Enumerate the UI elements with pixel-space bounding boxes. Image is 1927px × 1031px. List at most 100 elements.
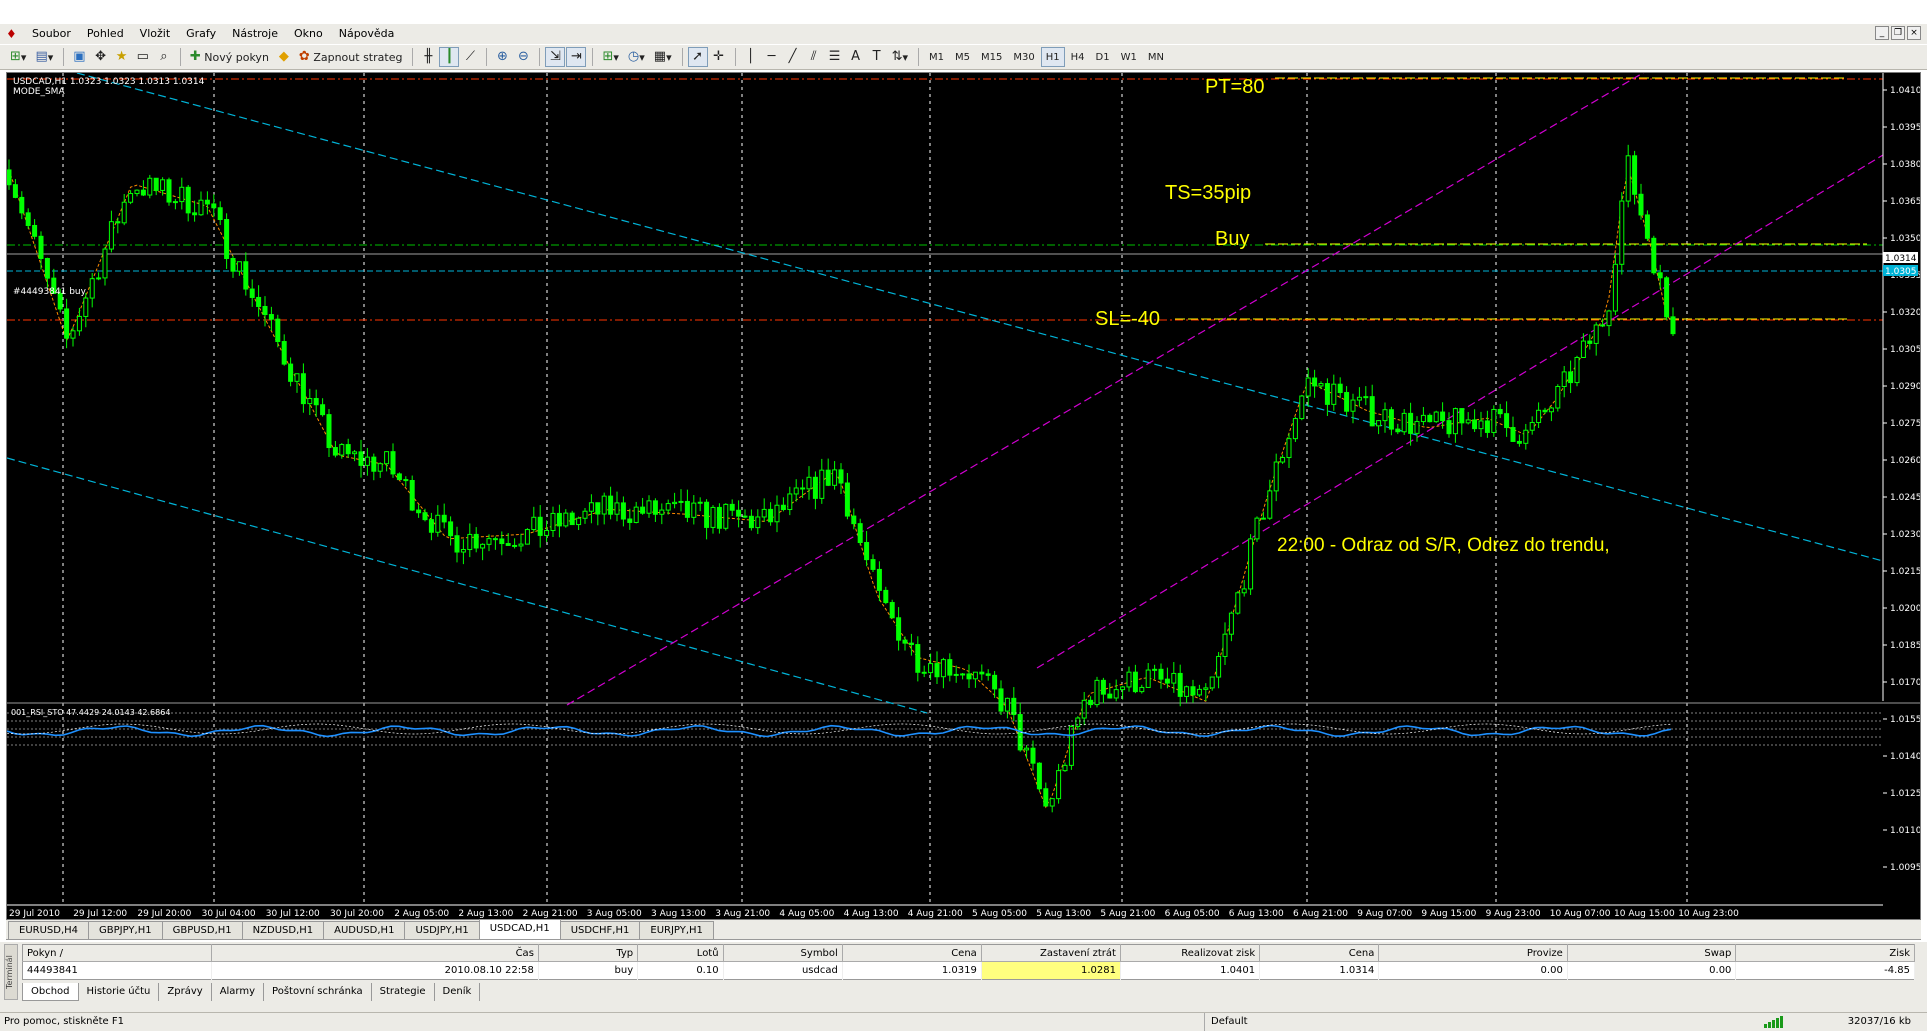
close-icon[interactable]: × bbox=[1907, 26, 1921, 40]
annotation-note[interactable]: 22:00 - Odraz od S/R, Odrez do trendu, bbox=[1277, 535, 1610, 556]
price-chart[interactable]: 1.04101.03951.03801.03651.03501.03351.03… bbox=[7, 73, 1920, 919]
candle-body bbox=[665, 503, 671, 511]
channel-button[interactable]: ⫽ bbox=[804, 47, 824, 67]
timeframe-m15[interactable]: M15 bbox=[976, 47, 1007, 67]
candle-body bbox=[326, 414, 332, 449]
data-window-button[interactable]: ✥ bbox=[91, 47, 111, 67]
column-header[interactable]: Provize bbox=[1378, 944, 1568, 962]
timeframe-h4[interactable]: H4 bbox=[1066, 47, 1090, 67]
column-header[interactable]: Symbol bbox=[723, 944, 843, 962]
candle-body bbox=[409, 480, 415, 511]
time-tick-label: 4 Aug 13:00 bbox=[844, 909, 899, 919]
zoom-in-button[interactable]: ⊕ bbox=[492, 47, 512, 67]
candle-body bbox=[172, 201, 178, 204]
menu-vlozit[interactable]: Vložit bbox=[132, 24, 178, 44]
crosshair-button[interactable]: ✛ bbox=[709, 47, 729, 67]
navigator-button[interactable]: ★ bbox=[112, 47, 132, 67]
column-header[interactable]: Zastavení ztrát bbox=[981, 944, 1121, 962]
vertical-line-button[interactable]: │ bbox=[741, 47, 761, 67]
symbol-tab[interactable]: NZDUSD,H1 bbox=[241, 921, 325, 939]
bar-chart-button[interactable]: ╫ bbox=[418, 47, 438, 67]
menu-napoveda[interactable]: Nápověda bbox=[331, 24, 403, 44]
symbol-tab[interactable]: EURUSD,H4 bbox=[8, 921, 90, 939]
timeframe-m5[interactable]: M5 bbox=[950, 47, 975, 67]
label-button[interactable]: T bbox=[867, 47, 887, 67]
column-header[interactable]: Lotů bbox=[637, 944, 724, 962]
terminal-tab[interactable]: Deník bbox=[435, 983, 481, 1001]
table-row[interactable]: 44493841 2010.08.10 22:58 buy 0.10 usdcad 1.0… bbox=[22, 961, 1915, 980]
candle-body bbox=[1574, 356, 1580, 384]
terminal-button[interactable]: ▭ bbox=[133, 47, 153, 67]
timeframe-h1[interactable]: H1 bbox=[1040, 47, 1065, 67]
terminal-tab[interactable]: Strategie bbox=[372, 983, 435, 1001]
column-header[interactable]: Swap bbox=[1567, 944, 1737, 962]
auto-scroll-button[interactable]: ⇲ bbox=[545, 47, 566, 67]
symbol-tab[interactable]: USDJPY,H1 bbox=[404, 921, 480, 939]
timeframe-mn[interactable]: MN bbox=[1143, 47, 1169, 67]
candle-body bbox=[358, 451, 364, 466]
annotation-pt[interactable]: PT=80 bbox=[1205, 76, 1264, 98]
cursor-button[interactable]: ➚ bbox=[687, 47, 708, 67]
chart-shift-button[interactable]: ⇥ bbox=[566, 47, 587, 67]
chart-window[interactable]: 1.04101.03951.03801.03651.03501.03351.03… bbox=[6, 72, 1921, 920]
market-watch-button[interactable]: ▣ bbox=[69, 47, 89, 67]
menu-pohled[interactable]: Pohled bbox=[79, 24, 132, 44]
indicators-button[interactable]: ⊞ ▾ bbox=[598, 47, 622, 67]
timeframe-m30[interactable]: M30 bbox=[1008, 47, 1039, 67]
profiles-button[interactable]: ▤ ▾ bbox=[31, 47, 57, 67]
column-header[interactable]: Cena bbox=[842, 944, 982, 962]
column-header[interactable]: Realizovat zisk bbox=[1120, 944, 1261, 962]
menu-okno[interactable]: Okno bbox=[286, 24, 331, 44]
app-icon[interactable]: ♦ bbox=[6, 27, 20, 41]
minimize-icon[interactable]: _ bbox=[1875, 26, 1889, 40]
column-header[interactable]: Čas bbox=[211, 944, 539, 962]
annotation-ts[interactable]: TS=35pip bbox=[1165, 182, 1251, 204]
expert-advisors-button[interactable]: ✿ Zapnout strateg bbox=[295, 47, 407, 67]
symbol-tab[interactable]: USDCHF,H1 bbox=[559, 921, 641, 939]
terminal-tab[interactable]: Zprávy bbox=[159, 983, 212, 1001]
tester-button[interactable]: ⌕ bbox=[154, 47, 174, 67]
horizontal-line-button[interactable]: ─ bbox=[762, 47, 782, 67]
periods-button[interactable]: ◷ ▾ bbox=[624, 47, 649, 67]
symbol-tab[interactable]: EURJPY,H1 bbox=[639, 921, 714, 939]
menu-grafy[interactable]: Grafy bbox=[178, 24, 224, 44]
candle-body bbox=[1408, 412, 1414, 434]
terminal-tab[interactable]: Obchod bbox=[22, 983, 79, 1001]
timeframe-d1[interactable]: D1 bbox=[1091, 47, 1115, 67]
zoom-out-button[interactable]: ⊖ bbox=[513, 47, 533, 67]
symbol-tab[interactable]: GBPJPY,H1 bbox=[88, 921, 163, 939]
table-cell: 0.00 bbox=[1378, 961, 1568, 980]
column-header[interactable]: Cena bbox=[1259, 944, 1380, 962]
arrows-button[interactable]: ⇅ ▾ bbox=[888, 47, 912, 67]
line-chart-button[interactable]: ⟋ bbox=[460, 47, 480, 67]
column-header[interactable]: Pokyn / bbox=[22, 944, 212, 962]
restore-icon[interactable]: ❐ bbox=[1891, 26, 1905, 40]
terminal-tab[interactable]: Poštovní schránka bbox=[264, 983, 372, 1001]
candle-body bbox=[1612, 263, 1618, 312]
symbol-tab[interactable]: AUDUSD,H1 bbox=[323, 921, 406, 939]
column-header[interactable]: Zisk bbox=[1735, 944, 1915, 962]
fibo-button[interactable]: ☰ bbox=[825, 47, 845, 67]
annotation-sl[interactable]: SL=-40 bbox=[1095, 308, 1160, 330]
text-button[interactable]: A bbox=[846, 47, 866, 67]
timeframe-w1[interactable]: W1 bbox=[1116, 47, 1142, 67]
templates-button[interactable]: ▦ ▾ bbox=[650, 47, 676, 67]
terminal-tab[interactable]: Historie účtu bbox=[79, 983, 160, 1001]
trendline-button[interactable]: ╱ bbox=[783, 47, 803, 67]
title-strip bbox=[0, 0, 1927, 24]
new-order-button[interactable]: ✚ Nový pokyn bbox=[186, 47, 273, 67]
time-tick-label: 29 Jul 20:00 bbox=[137, 909, 191, 919]
menu-nastroje[interactable]: Nástroje bbox=[224, 24, 286, 44]
annotation-buy[interactable]: Buy bbox=[1215, 228, 1249, 250]
new-chart-button[interactable]: ⊞ ▾ bbox=[6, 47, 30, 67]
candle-chart-button[interactable]: ┃ bbox=[439, 47, 460, 67]
symbol-tab[interactable]: GBPUSD,H1 bbox=[161, 921, 243, 939]
candle-body bbox=[1664, 277, 1670, 318]
metaeditor-button[interactable]: ◆ bbox=[274, 47, 294, 67]
candle-body bbox=[70, 330, 76, 339]
timeframe-m1[interactable]: M1 bbox=[924, 47, 949, 67]
terminal-tab[interactable]: Alarmy bbox=[212, 983, 265, 1001]
menu-soubor[interactable]: Soubor bbox=[24, 24, 79, 44]
column-header[interactable]: Typ bbox=[538, 944, 639, 962]
symbol-tab[interactable]: USDCAD,H1 bbox=[478, 919, 561, 939]
